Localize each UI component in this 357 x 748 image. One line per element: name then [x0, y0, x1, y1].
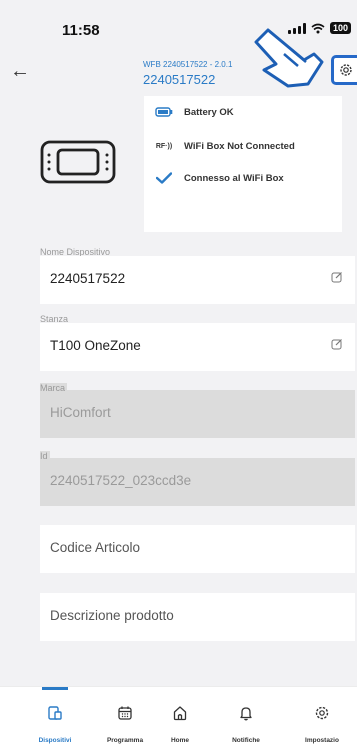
room-value: T100 OneZone — [50, 338, 141, 353]
home-icon — [173, 706, 187, 721]
nav-active-indicator — [42, 687, 68, 690]
thermostat-icon — [40, 140, 116, 184]
product-description-placeholder: Descrizione prodotto — [50, 608, 174, 623]
product-description-field[interactable]: Descrizione prodotto — [40, 593, 355, 641]
devices-icon — [48, 706, 62, 720]
arrow-left-icon[interactable]: ← — [10, 60, 30, 83]
edit-icon[interactable] — [331, 338, 343, 350]
nav-notifiche[interactable]: Notifiche — [211, 687, 281, 748]
nav-home[interactable]: Home — [145, 687, 215, 748]
battery-icon — [144, 107, 184, 117]
device-name-value: 2240517522 — [50, 271, 126, 286]
device-title: 2240517522 — [143, 72, 216, 87]
article-code-field[interactable]: Codice Articolo — [40, 525, 355, 573]
id-value: 2240517522_023ccd3e — [50, 473, 192, 488]
brand-label: Marca — [40, 383, 68, 393]
nav-home-label: Home — [170, 737, 190, 744]
battery-status-text: Battery OK — [184, 106, 234, 118]
device-subtitle: WFB 2240517522 - 2.0.1 — [143, 60, 233, 69]
bell-icon — [240, 707, 252, 721]
connection-status-text: Connesso al WiFi Box — [184, 172, 284, 184]
wifi-box-status-text: WiFi Box Not Connected — [184, 140, 295, 152]
brand-value: HiComfort — [50, 405, 111, 420]
gear-icon — [315, 706, 329, 720]
edit-icon[interactable] — [331, 271, 343, 283]
status-row-wifi-box: RF·)) WiFi Box Not Connected — [144, 136, 342, 156]
settings-button[interactable] — [331, 55, 357, 85]
pointing-hand-icon — [254, 28, 324, 88]
id-label: Id — [40, 451, 50, 461]
rf-signal-icon: RF·)) — [155, 142, 173, 150]
nav-impostazioni[interactable]: Impostazio — [287, 687, 357, 748]
nav-notifiche-label: Notifiche — [232, 737, 260, 744]
brand-field: HiComfort — [40, 390, 355, 438]
device-status-popup: Battery OK RF·)) WiFi Box Not Connected … — [144, 96, 342, 232]
id-field: 2240517522_023ccd3e — [40, 458, 355, 506]
calendar-icon — [118, 706, 132, 720]
battery-status-icon: 100 — [329, 22, 351, 34]
status-row-battery: Battery OK — [144, 102, 342, 122]
bottom-nav: Dispositivi Programma Home Notifiche Imp… — [0, 686, 357, 748]
article-code-placeholder: Codice Articolo — [50, 540, 141, 555]
nav-dispositivi-label: Dispositivi — [38, 737, 72, 744]
device-name-field[interactable]: 2240517522 — [40, 256, 355, 304]
status-row-connection: Connesso al WiFi Box — [144, 168, 342, 188]
check-icon — [144, 172, 184, 184]
nav-dispositivi[interactable]: Dispositivi — [20, 687, 90, 748]
nav-impostazioni-label: Impostazio — [305, 737, 339, 744]
gear-icon — [339, 64, 352, 76]
room-field[interactable]: T100 OneZone — [40, 323, 355, 371]
status-time: 11:58 — [62, 22, 100, 39]
